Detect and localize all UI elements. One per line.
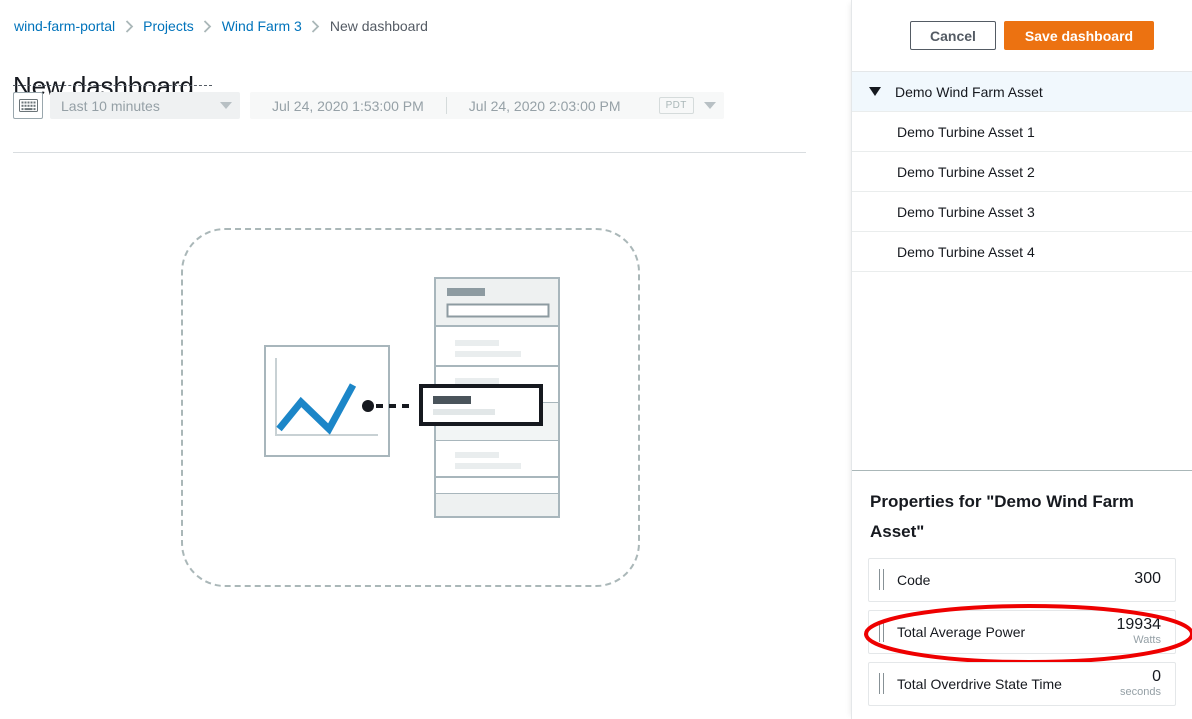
dashboard-dropzone[interactable]: Drag data here bbox=[181, 228, 640, 587]
page-title-editable-underline bbox=[13, 85, 212, 86]
property-value-group: 300 bbox=[1134, 571, 1161, 588]
tree-empty-space bbox=[852, 272, 1192, 470]
tree-item-demo-turbine-asset-3[interactable]: Demo Turbine Asset 3 bbox=[852, 192, 1192, 232]
panel-action-bar: Cancel Save dashboard bbox=[852, 0, 1192, 71]
breadcrumb: wind-farm-portal Projects Wind Farm 3 Ne… bbox=[14, 16, 428, 36]
chevron-down-icon[interactable] bbox=[704, 102, 716, 109]
section-divider bbox=[13, 152, 806, 153]
end-date-value: Jul 24, 2020 2:03:00 PM bbox=[447, 98, 643, 114]
chevron-down-icon bbox=[220, 102, 232, 109]
property-value-group: 19934 Watts bbox=[1117, 617, 1162, 646]
start-date-value: Jul 24, 2020 1:53:00 PM bbox=[250, 98, 446, 114]
property-name: Code bbox=[897, 572, 1134, 588]
tree-item-demo-turbine-asset-2[interactable]: Demo Turbine Asset 2 bbox=[852, 152, 1192, 192]
cancel-button[interactable]: Cancel bbox=[910, 21, 996, 50]
breadcrumb-item-projects[interactable]: Projects bbox=[143, 18, 194, 34]
tree-item-demo-turbine-asset-4[interactable]: Demo Turbine Asset 4 bbox=[852, 232, 1192, 272]
save-dashboard-button[interactable]: Save dashboard bbox=[1004, 21, 1154, 50]
breadcrumb-item-wind-farm-3[interactable]: Wind Farm 3 bbox=[222, 18, 302, 34]
keyboard-icon[interactable] bbox=[13, 92, 43, 119]
drag-handle-icon[interactable] bbox=[879, 569, 884, 590]
property-name: Total Average Power bbox=[897, 624, 1117, 640]
chevron-right-icon bbox=[307, 20, 325, 33]
breadcrumb-item-new-dashboard: New dashboard bbox=[330, 18, 428, 34]
property-row-total-overdrive-state-time[interactable]: Total Overdrive State Time 0 seconds bbox=[868, 662, 1176, 706]
property-value: 300 bbox=[1134, 571, 1161, 588]
tree-item-label: Demo Turbine Asset 3 bbox=[897, 204, 1035, 220]
chevron-right-icon bbox=[199, 20, 217, 33]
tree-item-label: Demo Turbine Asset 2 bbox=[897, 164, 1035, 180]
tree-item-demo-wind-farm-asset[interactable]: Demo Wind Farm Asset bbox=[852, 72, 1192, 112]
tree-item-label: Demo Wind Farm Asset bbox=[895, 84, 1043, 100]
property-value: 19934 bbox=[1117, 617, 1162, 634]
property-row-total-average-power[interactable]: Total Average Power 19934 Watts bbox=[868, 610, 1176, 654]
main-content-area: wind-farm-portal Projects Wind Farm 3 Ne… bbox=[0, 0, 852, 719]
date-range-display[interactable]: Jul 24, 2020 1:53:00 PM Jul 24, 2020 2:0… bbox=[250, 92, 724, 119]
time-range-controls: Last 10 minutes Jul 24, 2020 1:53:00 PM … bbox=[13, 92, 724, 119]
timezone-badge[interactable]: PDT bbox=[659, 97, 694, 114]
triangle-down-icon[interactable] bbox=[869, 87, 881, 96]
property-unit: seconds bbox=[1120, 687, 1161, 699]
property-value: 0 bbox=[1120, 669, 1161, 686]
property-row-code[interactable]: Code 300 bbox=[868, 558, 1176, 602]
tree-item-demo-turbine-asset-1[interactable]: Demo Turbine Asset 1 bbox=[852, 112, 1192, 152]
chevron-right-icon bbox=[120, 20, 138, 33]
property-value-group: 0 seconds bbox=[1120, 669, 1161, 698]
tree-item-label: Demo Turbine Asset 4 bbox=[897, 244, 1035, 260]
time-range-select[interactable]: Last 10 minutes bbox=[50, 92, 240, 119]
property-unit: Watts bbox=[1117, 635, 1162, 647]
breadcrumb-item-wind-farm-portal[interactable]: wind-farm-portal bbox=[14, 18, 115, 34]
asset-tree: Demo Wind Farm Asset Demo Turbine Asset … bbox=[852, 71, 1192, 470]
property-name: Total Overdrive State Time bbox=[897, 676, 1120, 692]
resource-explorer-panel: Cancel Save dashboard Demo Wind Farm Ass… bbox=[851, 0, 1192, 719]
drag-data-illustration bbox=[183, 230, 642, 589]
properties-section: Properties for "Demo Wind Farm Asset" Co… bbox=[852, 470, 1192, 719]
app-window: wind-farm-portal Projects Wind Farm 3 Ne… bbox=[0, 0, 1192, 719]
time-range-value: Last 10 minutes bbox=[61, 98, 220, 114]
drag-handle-icon[interactable] bbox=[879, 621, 884, 642]
drag-handle-icon[interactable] bbox=[879, 673, 884, 694]
properties-heading: Properties for "Demo Wind Farm Asset" bbox=[870, 487, 1176, 547]
tree-item-label: Demo Turbine Asset 1 bbox=[897, 124, 1035, 140]
